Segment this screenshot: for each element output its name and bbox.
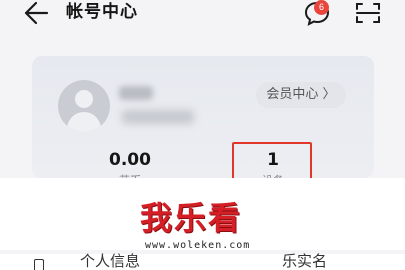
watermark-url: www.woleken.com bbox=[145, 240, 251, 251]
page-title: 帐号中心 bbox=[66, 2, 138, 22]
coin-balance-value[interactable]: 0.00 bbox=[90, 150, 170, 170]
person-info-icon bbox=[34, 259, 44, 270]
vip-center-button[interactable]: 会员中心 〉 bbox=[256, 82, 346, 108]
message-badge: 6 bbox=[314, 0, 329, 15]
menu-item-real-name[interactable]: 乐实名 bbox=[282, 252, 327, 270]
default-avatar-icon[interactable] bbox=[58, 80, 110, 132]
username-blurred bbox=[119, 86, 153, 100]
menu-item-personal-info[interactable]: 个人信息 bbox=[80, 252, 140, 270]
account-id-blurred bbox=[122, 110, 194, 124]
scan-icon[interactable] bbox=[354, 1, 382, 25]
menu-row-partial[interactable] bbox=[0, 254, 405, 270]
top-bar: 帐号中心 6 bbox=[0, 0, 405, 34]
watermark-logo: 我乐看 bbox=[140, 199, 243, 237]
arrow-left-icon[interactable] bbox=[22, 0, 50, 26]
